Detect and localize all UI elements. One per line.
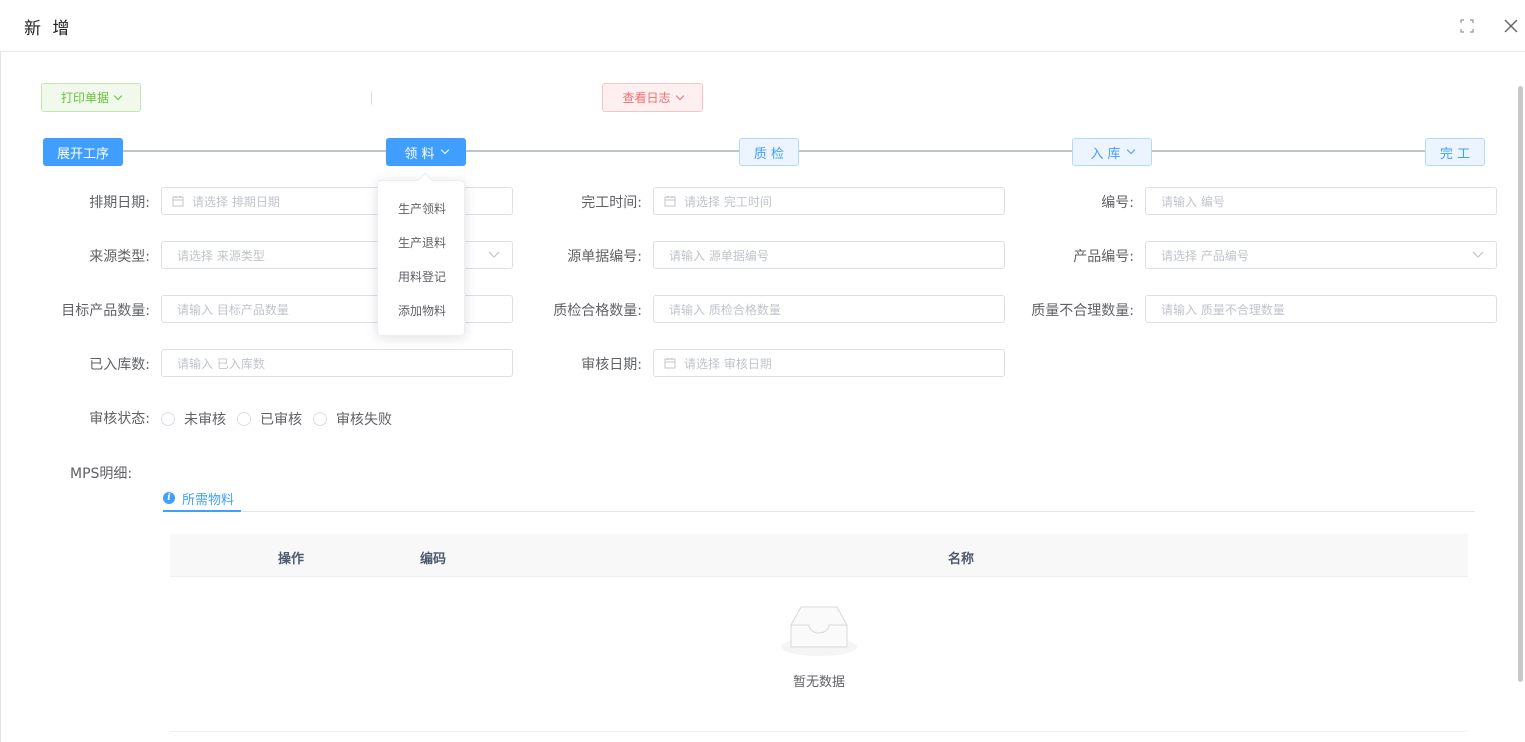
target-qty-placeholder: 请输入 目标产品数量 xyxy=(177,302,289,317)
product-no-placeholder: 请选择 产品编号 xyxy=(1161,248,1249,263)
empty-inbox-icon xyxy=(781,606,857,656)
column-header-action: 操作 xyxy=(278,552,305,567)
print-button-label: 打印单据 xyxy=(60,91,109,105)
tab-label: 所需物料 xyxy=(182,492,235,508)
source-doc-no-input[interactable]: 请输入 源单据编号 xyxy=(653,241,1005,269)
chevron-down-icon xyxy=(113,91,123,100)
tab-baseline xyxy=(163,511,1475,512)
step-quality-check-button[interactable]: 质 检 xyxy=(739,138,799,166)
step-label: 质 检 xyxy=(753,146,785,162)
print-button[interactable]: 打印单据 xyxy=(41,83,141,112)
view-log-button[interactable]: 查看日志 xyxy=(602,83,703,112)
radio-label: 未审核 xyxy=(184,412,226,428)
radio-audited[interactable]: 已审核 xyxy=(237,409,302,429)
dialog-left-border xyxy=(0,52,1,742)
scrollbar[interactable] xyxy=(1518,86,1523,682)
step-label: 完 工 xyxy=(1439,146,1471,162)
close-icon[interactable] xyxy=(1502,17,1520,35)
step-label: 入 库 xyxy=(1090,146,1121,162)
schedule-date-placeholder: 请选择 排期日期 xyxy=(192,194,280,209)
source-doc-no-placeholder: 请输入 源单据编号 xyxy=(669,248,769,263)
qc-pass-qty-placeholder: 请输入 质检合格数量 xyxy=(669,302,781,317)
finish-time-placeholder: 请选择 完工时间 xyxy=(684,194,772,209)
source-doc-no-label: 源单据编号: xyxy=(567,249,642,265)
radio-label: 审核失败 xyxy=(336,412,392,428)
mps-detail-label: MPS明细: xyxy=(70,466,133,482)
table-header: 操作 编码 名称 xyxy=(170,534,1468,577)
finish-time-picker[interactable]: 请选择 完工时间 xyxy=(653,187,1005,215)
step-label: 领 料 xyxy=(404,146,435,162)
step-label: 展开工序 xyxy=(56,146,109,162)
menu-item-production-return[interactable]: 生产退料 xyxy=(378,225,466,259)
number-input[interactable]: 请输入 编号 xyxy=(1145,187,1497,215)
target-qty-label: 目标产品数量: xyxy=(61,303,150,319)
step-warehouse-in-button[interactable]: 入 库 xyxy=(1072,138,1152,166)
number-label: 编号: xyxy=(1101,195,1134,211)
radio-unaudited[interactable]: 未审核 xyxy=(161,409,226,429)
chevron-down-icon xyxy=(440,145,449,155)
step-complete-button[interactable]: 完 工 xyxy=(1425,138,1485,166)
view-log-button-label: 查看日志 xyxy=(622,91,671,105)
finish-time-label: 完工时间: xyxy=(581,195,642,211)
number-placeholder: 请输入 编号 xyxy=(1161,194,1225,209)
calendar-icon xyxy=(664,358,676,369)
column-header-name: 名称 xyxy=(948,552,975,567)
dialog-title: 新 增 xyxy=(24,19,73,39)
calendar-icon xyxy=(664,196,676,207)
material-pick-dropdown-menu: 生产领料 生产退料 用料登记 添加物料 xyxy=(377,180,465,336)
column-header-code: 编码 xyxy=(420,552,447,567)
product-no-select[interactable]: 请选择 产品编号 xyxy=(1145,241,1497,269)
radio-circle[interactable] xyxy=(313,412,327,426)
audit-status-label: 审核状态: xyxy=(89,411,150,427)
source-type-label: 来源类型: xyxy=(89,249,150,265)
tab-active-indicator xyxy=(163,510,241,512)
quality-fail-qty-input[interactable]: 请输入 质量不合理数量 xyxy=(1145,295,1497,323)
stocked-qty-placeholder: 请输入 已入库数 xyxy=(177,356,265,371)
qc-pass-qty-label: 质检合格数量: xyxy=(553,303,642,319)
radio-circle[interactable] xyxy=(161,412,175,426)
quality-fail-qty-label: 质量不合理数量: xyxy=(1031,303,1134,319)
fullscreen-icon[interactable] xyxy=(1460,19,1474,33)
radio-label: 已审核 xyxy=(260,412,302,428)
chevron-down-icon xyxy=(1126,145,1135,155)
toolbar-divider xyxy=(371,91,372,105)
tab-required-materials[interactable]: i 所需物料 xyxy=(163,485,234,511)
step-material-pick-button[interactable]: 领 料 xyxy=(386,138,466,166)
audit-date-picker[interactable]: 请选择 审核日期 xyxy=(653,349,1005,377)
radio-audit-failed[interactable]: 审核失败 xyxy=(313,409,392,429)
qc-pass-qty-input[interactable]: 请输入 质检合格数量 xyxy=(653,295,1005,323)
audit-date-placeholder: 请选择 审核日期 xyxy=(684,356,772,371)
radio-circle[interactable] xyxy=(237,412,251,426)
quality-fail-qty-placeholder: 请输入 质量不合理数量 xyxy=(1161,302,1285,317)
menu-item-add-material[interactable]: 添加物料 xyxy=(378,293,466,327)
chevron-down-icon xyxy=(1472,251,1484,258)
product-no-label: 产品编号: xyxy=(1073,249,1134,265)
dialog-header: 新 增 xyxy=(0,0,1525,52)
table-bottom-border xyxy=(170,731,1468,732)
step-expand-process-button[interactable]: 展开工序 xyxy=(43,138,123,166)
empty-state-text: 暂无数据 xyxy=(792,675,845,690)
chevron-down-icon xyxy=(675,91,684,100)
audit-date-label: 审核日期: xyxy=(581,357,642,373)
info-icon: i xyxy=(163,492,175,504)
calendar-icon xyxy=(172,196,184,207)
menu-item-production-pick[interactable]: 生产领料 xyxy=(378,191,466,225)
source-type-placeholder: 请选择 来源类型 xyxy=(177,248,265,263)
stocked-qty-label: 已入库数: xyxy=(89,357,150,373)
menu-item-material-register[interactable]: 用料登记 xyxy=(378,259,466,293)
schedule-date-label: 排期日期: xyxy=(89,195,150,211)
stocked-qty-input[interactable]: 请输入 已入库数 xyxy=(161,349,513,377)
